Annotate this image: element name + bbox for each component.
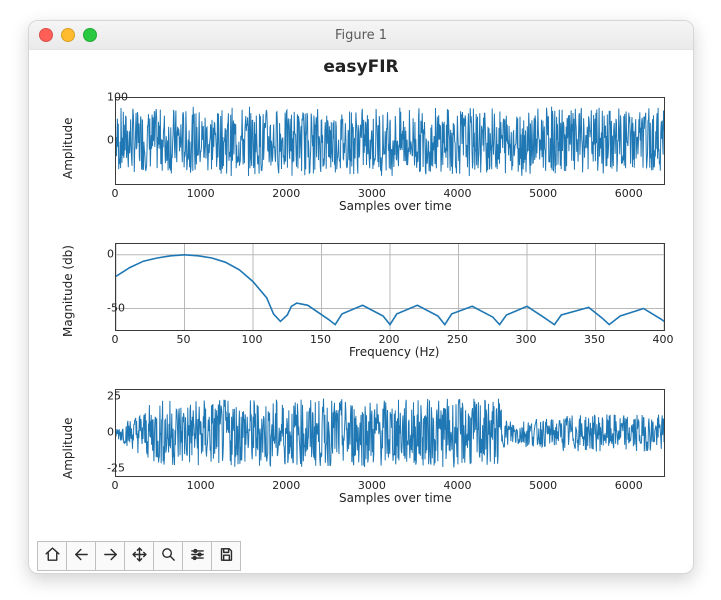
figure-suptitle: easyFIR [29,57,693,77]
xtick: 400 [653,333,674,346]
axes-frequency-response[interactable] [115,243,665,331]
xtick: 0 [112,333,119,346]
xtick: 250 [447,333,468,346]
xtick: 300 [516,333,537,346]
axes-output-signal[interactable] [115,389,665,477]
figure-canvas: easyFIR Amplitude 0100020003000400050006… [29,49,693,541]
home-button[interactable] [37,541,67,571]
save-button[interactable] [212,541,241,571]
xtick: 100 [242,333,263,346]
forward-button[interactable] [96,541,125,571]
window-title: Figure 1 [29,28,693,43]
xtick: 2000 [272,479,300,492]
back-button[interactable] [67,541,96,571]
axes1-ylabel: Amplitude [61,118,75,180]
axes2-xlabel: Frequency (Hz) [349,345,440,359]
xtick: 5000 [529,187,557,200]
move-icon [131,546,148,567]
titlebar[interactable]: Figure 1 [29,21,693,50]
pan-button[interactable] [125,541,154,571]
home-icon [44,546,61,567]
xtick: 0 [112,187,119,200]
axes3-xlabel: Samples over time [339,491,452,505]
xtick: 1000 [187,187,215,200]
xtick: 150 [310,333,331,346]
configure-button[interactable] [183,541,212,571]
xtick: 1000 [187,479,215,492]
xtick: 6000 [615,479,643,492]
axes3-ylabel: Amplitude [61,418,75,480]
xtick: 2000 [272,187,300,200]
axes1-xlabel: Samples over time [339,199,452,213]
arrow-left-icon [73,546,90,567]
save-icon [218,546,235,567]
zoom-button[interactable] [154,541,183,571]
matplotlib-toolbar [37,541,241,569]
zoom-icon [160,546,177,567]
figure-window: Figure 1 easyFIR Amplitude 0100020003000… [28,20,694,574]
axes2-ylabel: Magnitude (db) [61,245,75,337]
xtick: 6000 [615,187,643,200]
xtick: 0 [112,479,119,492]
xtick: 5000 [529,479,557,492]
xtick: 50 [177,333,191,346]
arrow-right-icon [102,546,119,567]
axes-input-signal[interactable] [115,97,665,185]
xtick: 350 [584,333,605,346]
sliders-icon [189,546,206,567]
